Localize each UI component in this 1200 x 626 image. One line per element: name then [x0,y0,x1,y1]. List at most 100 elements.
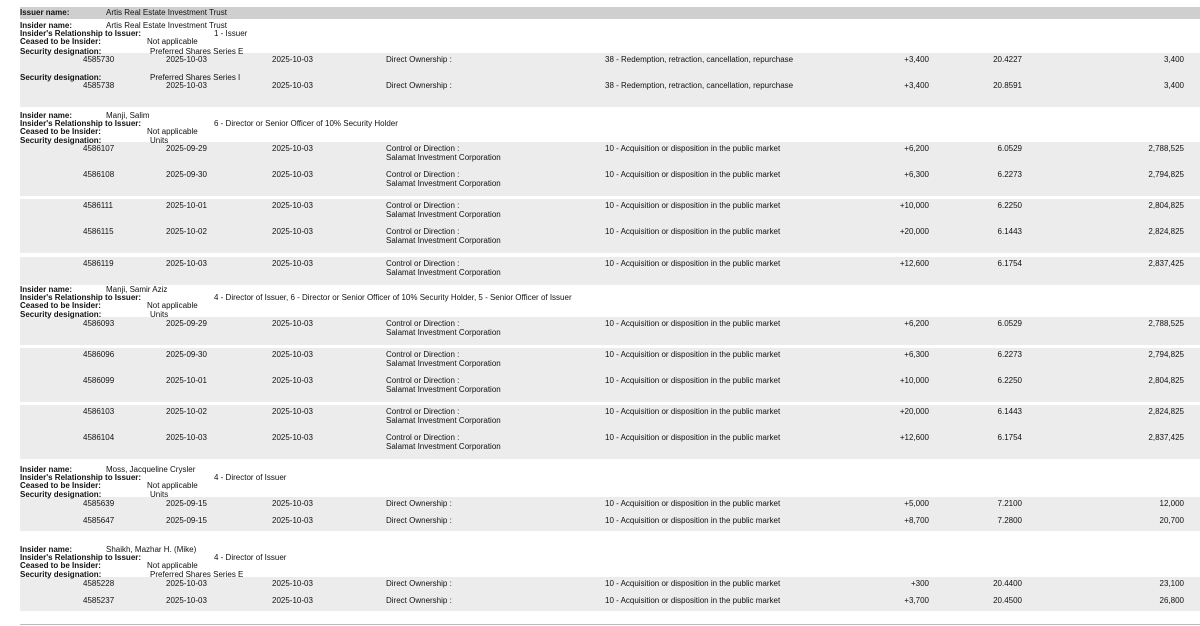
ceased-value: Not applicable [147,481,198,490]
ownership-type: Direct Ownership : [386,499,452,508]
transaction-date: 2025-09-15 [166,499,207,508]
ownership-type: Direct Ownership : [386,81,452,90]
quantity-change: +6,200 [904,319,929,328]
quantity-change: +300 [910,579,929,588]
transaction-nature: 10 - Acquisition or disposition in the p… [605,319,781,328]
transaction-date: 2025-10-01 [166,201,207,210]
registered-holder: Salamat Investment Corporation [386,268,501,277]
ownership-type: Control or Direction : [386,376,460,385]
quantity-change: +20,000 [899,407,929,416]
ceased-label: Ceased to be Insider: [20,301,101,310]
closing-holdings: 2,794,825 [1148,170,1184,179]
ceased-label: Ceased to be Insider: [20,561,101,570]
filing-date: 2025-10-03 [272,259,313,268]
closing-holdings: 26,800 [1159,596,1184,605]
transaction-date: 2025-10-03 [166,579,207,588]
security-designation-value: Units [150,490,169,499]
filing-date: 2025-10-03 [272,350,313,359]
registered-holder: Salamat Investment Corporation [386,442,501,451]
transaction-date: 2025-10-03 [166,433,207,442]
quantity-change: +12,600 [899,259,929,268]
transaction-nature: 10 - Acquisition or disposition in the p… [605,499,781,508]
transaction-id: 4586119 [83,259,114,268]
unit-price: 6.2273 [997,170,1022,179]
ownership-type: Control or Direction : [386,170,460,179]
registered-holder: Salamat Investment Corporation [386,385,501,394]
quantity-change: +8,700 [904,516,929,525]
security-designation-label: Security designation: [20,490,102,499]
ownership-type: Control or Direction : [386,259,460,268]
transaction-nature: 10 - Acquisition or disposition in the p… [605,596,781,605]
relationship-value: 6 - Director or Senior Officer of 10% Se… [214,119,398,128]
quantity-change: +6,300 [904,170,929,179]
registered-holder: Salamat Investment Corporation [386,210,501,219]
closing-holdings: 2,824,825 [1148,227,1184,236]
transaction-nature: 10 - Acquisition or disposition in the p… [605,144,781,153]
transaction-date: 2025-09-15 [166,516,207,525]
ceased-value: Not applicable [147,37,198,46]
transaction-nature: 10 - Acquisition or disposition in the p… [605,170,781,179]
transaction-id: 4586108 [83,170,115,179]
closing-holdings: 2,804,825 [1148,201,1184,210]
transaction-id: 4585738 [83,81,115,90]
registered-holder: Salamat Investment Corporation [386,153,501,162]
unit-price: 7.2100 [997,499,1022,508]
filing-date: 2025-10-03 [272,81,313,90]
registered-holder: Salamat Investment Corporation [386,236,501,245]
unit-price: 20.4400 [993,579,1022,588]
filing-date: 2025-10-03 [272,319,313,328]
transaction-id: 4585237 [83,596,115,605]
transaction-nature: 10 - Acquisition or disposition in the p… [605,259,781,268]
issuer-label: Issuer name: [20,8,70,17]
transaction-date: 2025-10-03 [166,259,207,268]
transaction-date: 2025-10-03 [166,81,207,90]
ceased-label: Ceased to be Insider: [20,481,101,490]
ownership-type: Control or Direction : [386,350,460,359]
transaction-date: 2025-10-03 [166,596,207,605]
closing-holdings: 2,788,525 [1148,319,1184,328]
registered-holder: Salamat Investment Corporation [386,416,501,425]
ownership-type: Direct Ownership : [386,55,452,64]
unit-price: 6.2273 [997,350,1022,359]
ceased-label: Ceased to be Insider: [20,127,101,136]
transaction-id: 4586115 [83,227,114,236]
transaction-nature: 10 - Acquisition or disposition in the p… [605,433,781,442]
transaction-id: 4586093 [83,319,115,328]
quantity-change: +12,600 [899,433,929,442]
unit-price: 20.4500 [993,596,1022,605]
registered-holder: Salamat Investment Corporation [386,179,501,188]
relationship-value: 1 - Issuer [214,29,248,38]
ownership-type: Control or Direction : [386,407,460,416]
transaction-nature: 10 - Acquisition or disposition in the p… [605,227,781,236]
quantity-change: +3,400 [904,81,929,90]
transaction-nature: 10 - Acquisition or disposition in the p… [605,201,781,210]
ownership-type: Control or Direction : [386,201,460,210]
quantity-change: +6,300 [904,350,929,359]
filing-date: 2025-10-03 [272,201,313,210]
closing-holdings: 12,000 [1159,499,1184,508]
filing-date: 2025-10-03 [272,170,313,179]
transaction-id: 4585730 [83,55,115,64]
transaction-nature: 38 - Redemption, retraction, cancellatio… [605,81,794,90]
quantity-change: +5,000 [904,499,929,508]
quantity-change: +10,000 [899,201,929,210]
unit-price: 20.4227 [993,55,1022,64]
unit-price: 6.0529 [997,144,1022,153]
unit-price: 6.1443 [997,407,1022,416]
transaction-date: 2025-09-29 [166,144,207,153]
closing-holdings: 3,400 [1163,81,1184,90]
quantity-change: +10,000 [899,376,929,385]
relationship-value: 4 - Director of Issuer [214,473,287,482]
transaction-id: 4586107 [83,144,115,153]
registered-holder: Salamat Investment Corporation [386,359,501,368]
transaction-date: 2025-10-02 [166,407,207,416]
ownership-type: Control or Direction : [386,227,460,236]
closing-holdings: 2,794,825 [1148,350,1184,359]
filing-date: 2025-10-03 [272,407,313,416]
ownership-type: Direct Ownership : [386,596,452,605]
closing-holdings: 3,400 [1163,55,1184,64]
transaction-id: 4586099 [83,376,115,385]
filing-date: 2025-10-03 [272,579,313,588]
security-designation-value: Units [150,310,169,319]
filing-date: 2025-10-03 [272,499,313,508]
